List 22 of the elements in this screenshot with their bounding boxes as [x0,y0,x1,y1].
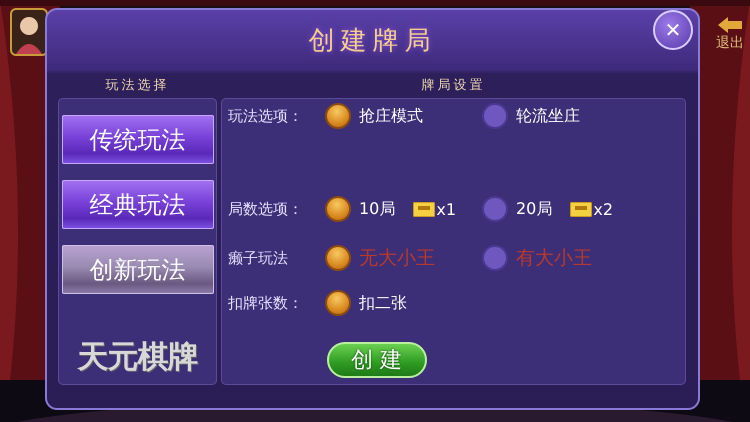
radio-option[interactable]: 扣二张 [325,290,482,316]
mode-tab[interactable]: 经典玩法 [62,180,214,229]
radio-option[interactable]: 10局 x1 [325,196,482,222]
section-heading: 牌局设置 [422,77,486,94]
dialog-title: 创建牌局 [308,25,436,58]
arrow-icon [717,16,743,34]
setting-label: 玩法选项： [228,106,304,126]
create-button[interactable]: 创 建 [326,342,426,378]
section-heading: 玩法选择 [106,77,170,94]
setting-label: 局数选项： [228,200,304,218]
setting-label: 扣牌张数： [228,294,304,312]
radio-option[interactable]: 抢庄模式 [325,103,482,129]
radio-option[interactable]: 轮流坐庄 [482,103,639,129]
room-card-icon [570,202,592,216]
mode-tab[interactable]: 创新玩法 [62,245,214,294]
mode-tab[interactable]: 传统玩法 [62,115,214,164]
room-card-icon [413,202,436,216]
brand-logo: 天元棋牌 [78,338,198,377]
radio-option[interactable]: 20局 x2 [482,196,639,222]
close-button[interactable]: ✕ [653,10,693,50]
setting-label: 癞子玩法 [228,248,289,268]
exit-button[interactable]: 退出 [700,8,750,58]
